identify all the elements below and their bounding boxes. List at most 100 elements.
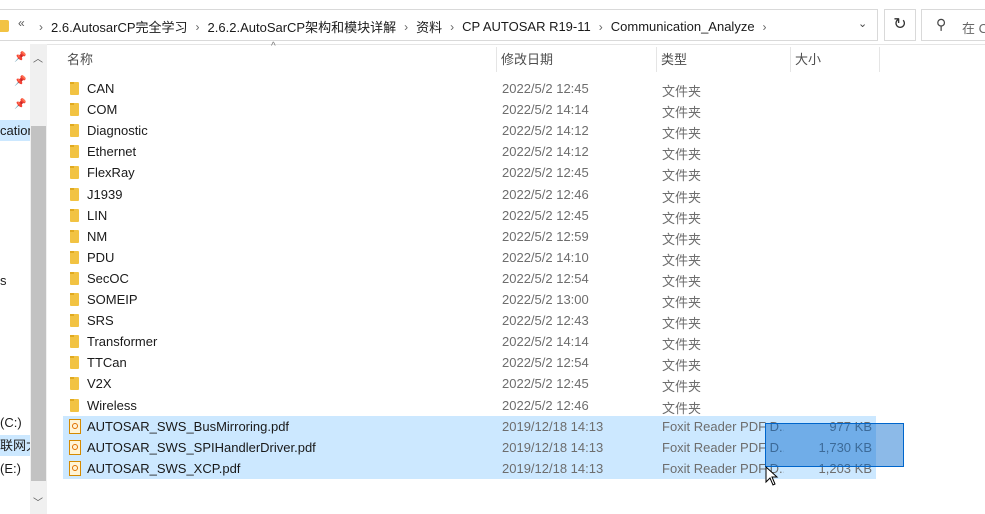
file-row[interactable]: PDU 2022/5/2 14:10 文件夹 [63,247,876,268]
file-type: 文件夹 [662,252,702,268]
file-name: Ethernet [87,144,137,160]
file-type: 文件夹 [662,105,702,121]
pin-icon: 📌 [14,99,27,110]
nav-item[interactable]: (C:) [0,412,30,433]
file-date: 2022/5/2 13:00 [502,292,589,307]
breadcrumb-item[interactable]: 2.6.AutosarCP完全学习 [49,17,190,36]
folder-icon [0,20,9,32]
breadcrumb-overflow-button[interactable]: « [18,16,25,30]
file-date: 2022/5/2 12:45 [502,165,589,181]
folder-icon [70,250,79,264]
file-type: 文件夹 [662,231,702,247]
file-date: 2022/5/2 14:14 [502,102,589,118]
file-row[interactable]: SRS 2022/5/2 12:43 文件夹 [63,310,876,331]
file-row[interactable]: Ethernet 2022/5/2 14:12 文件夹 [63,141,876,162]
breadcrumb-item[interactable]: 资料 [414,17,444,36]
folder-icon [70,229,79,243]
folder-icon [70,271,79,285]
file-row[interactable]: COM 2022/5/2 14:14 文件夹 [63,99,876,120]
breadcrumb-separator-icon[interactable]: › [33,20,49,34]
file-type: 文件夹 [662,295,702,310]
breadcrumb-item[interactable]: Communication_Analyze [609,19,757,34]
folder-icon [70,166,79,180]
file-row[interactable]: SecOC 2022/5/2 12:54 文件夹 [63,268,876,289]
column-name[interactable]: 名称 [63,47,497,72]
file-name: AUTOSAR_SWS_BusMirroring.pdf [87,418,290,434]
file-name: AUTOSAR_SWS_XCP.pdf [87,460,241,476]
file-name: V2X [87,376,112,392]
file-row[interactable]: NM 2022/5/2 12:59 文件夹 [63,226,876,247]
breadcrumb-separator-icon[interactable]: › [398,20,414,34]
file-date: 2022/5/2 12:45 [502,207,589,223]
file-type: 文件夹 [662,337,702,353]
selection-marquee [765,423,904,467]
file-type: 文件夹 [662,210,702,226]
pdf-file-icon [69,439,81,455]
file-name: TTCan [87,355,127,371]
pin-icon: 📌 [14,76,27,87]
breadcrumb-separator-icon[interactable]: › [593,20,609,34]
breadcrumb-separator-icon[interactable]: › [444,20,460,34]
file-date: 2022/5/2 12:45 [502,81,589,96]
file-name: Wireless [87,397,137,413]
file-row[interactable]: TTCan 2022/5/2 12:54 文件夹 [63,352,876,373]
nav-item[interactable]: (E:) [0,458,30,479]
nav-item[interactable]: cation [0,120,30,141]
file-row[interactable]: Transformer 2022/5/2 14:14 文件夹 [63,331,876,352]
cut-tab-edge [470,0,520,3]
file-row[interactable]: J1939 2022/5/2 12:46 文件夹 [63,184,876,205]
address-box[interactable]: « › 2.6.AutosarCP完全学习 › 2.6.2.AutoSarCP架构和模… [0,9,878,41]
nav-scrollbar-thumb[interactable] [31,126,46,481]
folder-icon [70,103,79,117]
file-type: 文件夹 [662,126,702,142]
nav-item[interactable]: 联网大 [0,435,30,456]
file-row[interactable]: CAN 2022/5/2 12:45 文件夹 [63,78,876,99]
folder-icon [70,145,79,159]
file-row[interactable]: LIN 2022/5/2 12:45 文件夹 [63,205,876,226]
refresh-button[interactable]: ↻ [884,9,916,41]
file-name: Transformer [87,334,158,350]
pdf-file-icon [69,460,81,476]
file-row[interactable]: Wireless 2022/5/2 12:46 文件夹 [63,395,876,416]
file-date: 2022/5/2 12:54 [502,270,589,286]
file-row[interactable]: AUTOSAR_SWS_BusMirroring.pdf 2019/12/18 1… [63,415,876,437]
file-date: 2022/5/2 14:14 [502,334,589,350]
file-row[interactable]: FlexRay 2022/5/2 12:45 文件夹 [63,162,876,183]
pdf-file-icon [69,418,81,434]
file-name: COM [87,102,118,118]
column-type[interactable]: 类型 [657,47,791,72]
file-row[interactable]: V2X 2022/5/2 12:45 文件夹 [63,373,876,394]
chevron-down-icon[interactable]: ⌄ [858,17,867,30]
file-type: 文件夹 [662,400,702,416]
file-name: NM [87,228,108,244]
file-type: 文件夹 [662,358,702,374]
file-row[interactable]: Diagnostic 2022/5/2 14:12 文件夹 [63,120,876,141]
file-date: 2022/5/2 12:45 [502,376,589,392]
folder-icon [70,377,79,391]
file-name: FlexRay [87,165,135,181]
search-input[interactable]: ⚲ 在 C [921,9,985,41]
search-placeholder: 在 C [962,21,985,36]
breadcrumb-separator-icon[interactable]: › [757,20,773,34]
folder-icon [70,124,79,138]
breadcrumb-item[interactable]: 2.6.2.AutoSarCP架构和模块详解 [206,17,399,36]
file-row[interactable]: AUTOSAR_SWS_SPIHandlerDriver.pdf 2019/12/… [63,436,876,458]
column-size[interactable]: 大小 [791,47,880,72]
navigation-pane: 📌 📌 📌 cation s (C:) 联网大 (E:) ︿ ﹀ [0,44,47,514]
scroll-down-icon[interactable]: ﹀ [33,494,43,509]
breadcrumb: › 2.6.AutosarCP完全学习 › 2.6.2.AutoSarCP架构和模块详… [33,17,773,36]
column-date[interactable]: 修改日期 [497,47,657,72]
file-name: PDU [87,249,115,265]
file-row[interactable]: AUTOSAR_SWS_XCP.pdf 2019/12/18 14:13 Foxit… [63,457,876,479]
breadcrumb-separator-icon[interactable]: › [190,20,206,34]
nav-item[interactable]: s [0,270,30,291]
file-name: AUTOSAR_SWS_SPIHandlerDriver.pdf [87,439,316,455]
breadcrumb-item[interactable]: CP AUTOSAR R19-11 [460,19,593,34]
folder-icon [70,356,79,370]
folder-icon [70,314,79,328]
file-row[interactable]: SOMEIP 2022/5/2 13:00 文件夹 [63,289,876,310]
scroll-up-icon[interactable]: ︿ [33,50,43,65]
file-name: SRS [87,313,114,329]
file-type: 文件夹 [662,189,702,205]
folder-icon [70,293,79,306]
